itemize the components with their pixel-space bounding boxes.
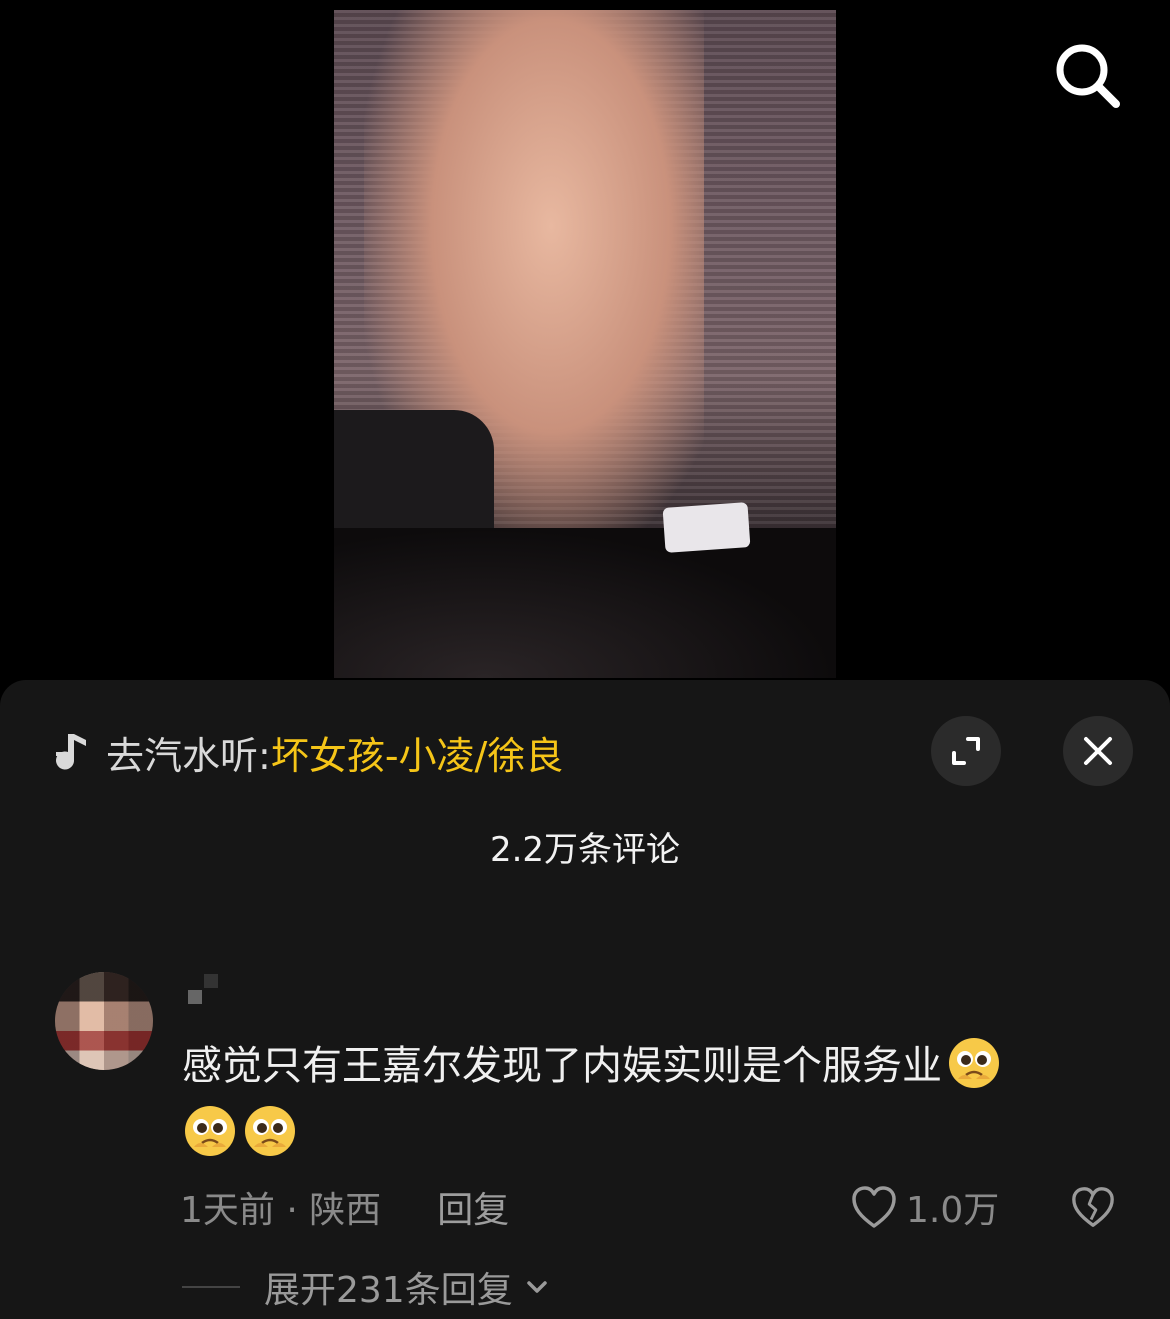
- music-prefix: 去汽水听:: [106, 733, 271, 778]
- close-icon: [1084, 737, 1112, 765]
- divider-line: [182, 1286, 240, 1288]
- comment-count-title: 2.2万条评论: [489, 830, 681, 870]
- comment-text: 感觉只有王嘉尔发现了内娱实则是个服务业: [182, 1032, 1102, 1168]
- towel: [662, 502, 751, 553]
- video-frame: [334, 10, 836, 678]
- chevron-down-icon: [526, 1281, 547, 1293]
- comment-time-location: 1天前 · 陕西: [180, 1190, 382, 1231]
- like-count: 1.0万: [906, 1190, 1000, 1231]
- expand-replies-label: 展开231条回复: [264, 1270, 513, 1311]
- pleading-face-emoji: [949, 1038, 999, 1088]
- music-song-title[interactable]: 坏女孩-小凌/徐良: [271, 734, 564, 778]
- heart-icon: [852, 1186, 896, 1228]
- like-button[interactable]: 1.0万: [850, 1182, 999, 1232]
- reply-button[interactable]: 回复: [437, 1181, 509, 1233]
- comment-meta: 1天前 · 陕西 回复 1.0万: [180, 1182, 1140, 1232]
- pleading-face-emoji: [245, 1106, 295, 1156]
- search-icon: [1056, 44, 1120, 108]
- username-pixelated[interactable]: [186, 972, 222, 1008]
- pleading-face-emoji: [185, 1106, 235, 1156]
- music-link[interactable]: 去汽水听:坏女孩-小凌/徐良: [52, 724, 563, 780]
- close-button[interactable]: [1063, 716, 1133, 786]
- expand-icon: [952, 737, 980, 765]
- expand-button[interactable]: [931, 716, 1001, 786]
- music-note-icon: [56, 734, 86, 770]
- search-button[interactable]: [1048, 38, 1128, 118]
- broken-heart-icon[interactable]: [1070, 1184, 1116, 1230]
- crowd: [334, 528, 836, 678]
- comment-body: 感觉只有王嘉尔发现了内娱实则是个服务业: [182, 1043, 942, 1089]
- video-player[interactable]: [0, 0, 1170, 690]
- expand-replies-button[interactable]: 展开231条回复: [182, 1262, 551, 1312]
- avatar-mosaic: [55, 972, 153, 1070]
- avatar[interactable]: [55, 972, 153, 1070]
